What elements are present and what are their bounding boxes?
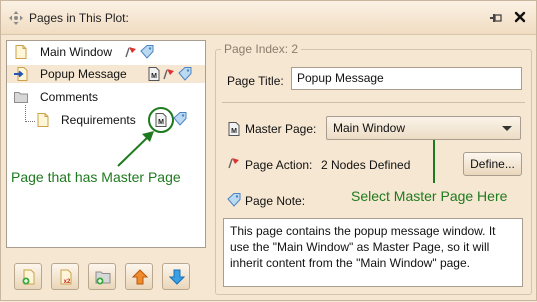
svg-text:M: M <box>231 128 237 135</box>
panel-title: Pages in This Plot: <box>29 11 129 25</box>
page-icon <box>37 113 49 127</box>
duplicate-page-button[interactable]: x2 <box>51 263 79 290</box>
page-note-textarea[interactable]: This page contains the popup message win… <box>223 218 523 287</box>
add-page-icon <box>22 269 35 285</box>
master-page-icon: M <box>228 122 240 136</box>
master-page-selected-value: Main Window <box>333 121 406 135</box>
page-title-input[interactable]: Popup Message <box>291 67 522 90</box>
page-action-label: Page Action: <box>245 158 313 172</box>
page-index-label: Page Index: 2 <box>221 42 302 56</box>
move-up-button[interactable] <box>125 263 153 290</box>
annotation-master-page-indicator: Page that has Master Page <box>11 169 181 185</box>
tree-item-main-window[interactable]: Main Window <box>7 43 205 61</box>
define-button[interactable]: Define... <box>463 152 522 176</box>
page-tree[interactable]: Main Window Popup Message M Comments Req… <box>6 40 206 248</box>
note-tag-icon <box>178 67 192 81</box>
note-tag-icon <box>140 45 154 59</box>
note-tag-icon <box>173 112 187 126</box>
master-page-icon: M <box>148 67 160 81</box>
page-icon <box>15 45 27 59</box>
tree-item-label: Main Window <box>40 45 113 59</box>
master-page-select[interactable]: Main Window <box>326 116 521 140</box>
tree-item-popup-message[interactable]: Popup Message M <box>7 65 205 83</box>
page-note-label: Page Note: <box>245 194 306 208</box>
page-action-value: 2 Nodes Defined <box>321 158 411 172</box>
add-page-button[interactable] <box>14 263 42 290</box>
action-flag-icon <box>125 47 136 58</box>
action-flag-icon <box>163 69 174 80</box>
page-arrow-icon <box>14 67 28 81</box>
pages-panel: Pages in This Plot: Main Window Popup Me… <box>0 0 537 301</box>
duplicate-page-icon: x2 <box>60 269 72 285</box>
svg-text:x2: x2 <box>64 279 71 285</box>
move-down-button[interactable] <box>162 263 190 290</box>
add-folder-button[interactable] <box>88 263 116 290</box>
tree-item-requirements[interactable]: Requirements M <box>7 111 205 129</box>
move-down-icon <box>169 269 185 285</box>
close-icon[interactable] <box>513 10 527 24</box>
move-icon[interactable] <box>9 11 23 25</box>
move-up-icon <box>132 269 148 285</box>
tree-item-label: Comments <box>40 90 99 104</box>
master-page-icon: M <box>155 113 167 127</box>
pin-icon[interactable] <box>489 11 503 25</box>
tree-item-label: Popup Message <box>40 67 127 81</box>
chevron-down-icon <box>502 126 512 131</box>
tree-item-comments[interactable]: Comments <box>7 88 205 106</box>
action-flag-icon <box>228 158 239 169</box>
master-page-label: Master Page: <box>245 122 317 136</box>
page-title-label: Page Title: <box>227 74 284 88</box>
add-folder-icon <box>95 271 111 285</box>
note-tag-icon <box>227 193 241 207</box>
svg-text:M: M <box>158 119 164 126</box>
section-divider <box>222 102 525 103</box>
panel-titlebar[interactable]: Pages in This Plot: <box>1 1 536 35</box>
svg-text:M: M <box>151 73 157 80</box>
folder-icon <box>14 92 28 103</box>
tree-item-label: Requirements <box>61 113 136 127</box>
